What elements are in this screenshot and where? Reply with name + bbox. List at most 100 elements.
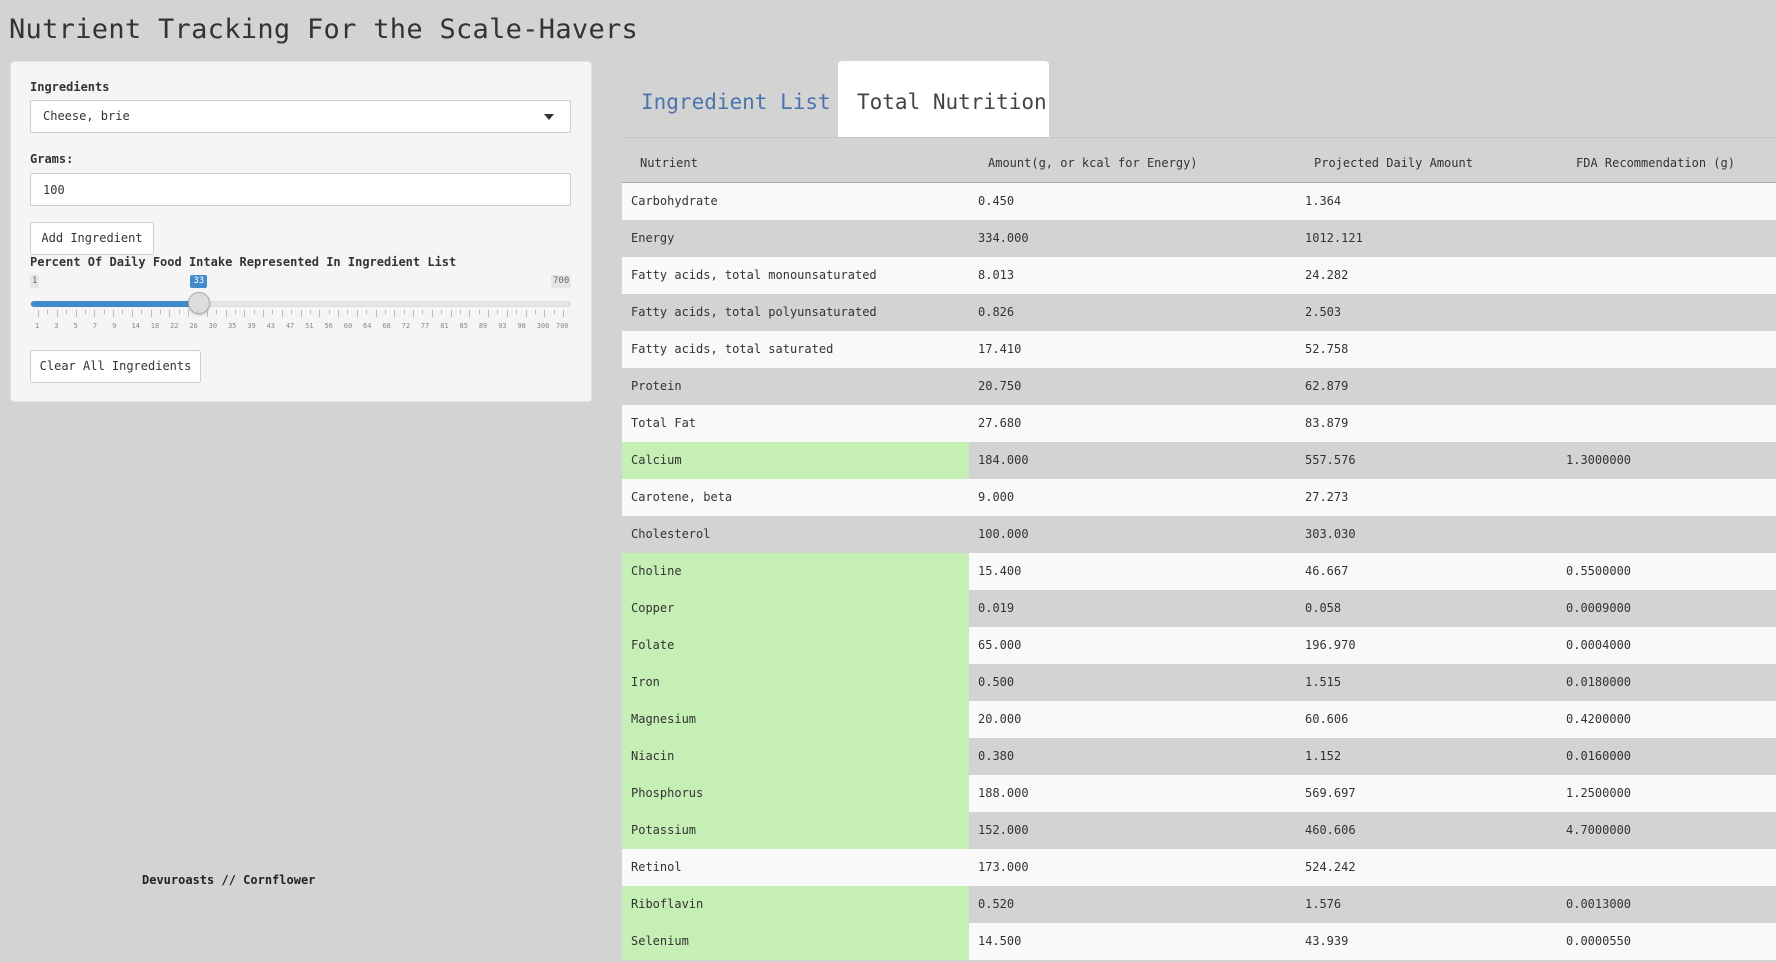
column-header-nutrient[interactable]: Nutrient [640, 156, 698, 170]
tab-ingredient-list[interactable]: Ingredient List [622, 61, 850, 138]
projected-cell: 46.667 [1305, 564, 1349, 578]
clear-all-ingredients-button[interactable]: Clear All Ingredients [30, 350, 201, 383]
slider-tick-label: 35 [227, 322, 237, 330]
slider-tick [84, 310, 86, 314]
amount-cell: 20.750 [978, 379, 1022, 393]
slider-tick [178, 310, 180, 314]
table-row: Copper 0.019 0.058 0.0009000 [622, 590, 1776, 627]
slider-tick [169, 310, 171, 317]
amount-cell: 27.680 [978, 416, 1022, 430]
projected-cell: 1.152 [1305, 749, 1342, 763]
slider-tick [366, 310, 368, 314]
grams-input[interactable] [30, 173, 571, 206]
nutrient-cell: Phosphorus [622, 775, 969, 812]
amount-cell: 14.500 [978, 934, 1022, 948]
table-row: Choline 15.400 46.667 0.5500000 [622, 553, 1776, 590]
table-row: Energy 334.000 1012.121 [622, 220, 1776, 257]
slider-tick [413, 310, 414, 317]
table-row: Carbohydrate 0.450 1.364 [622, 183, 1776, 220]
slider-tick [75, 310, 77, 317]
slider-tick-label: 98 [517, 322, 526, 330]
projected-cell: 1.515 [1305, 675, 1342, 689]
nutrition-table: Nutrient Amount(g, or kcal for Energy) P… [622, 137, 1776, 960]
slider-tick [131, 310, 133, 317]
ingredient-select[interactable]: Cheese, brie [30, 100, 571, 133]
column-header-projected[interactable]: Projected Daily Amount [1314, 156, 1473, 170]
slider-tick-label: 51 [305, 322, 314, 330]
slider-tick-label: 60 [343, 322, 353, 330]
projected-cell: 1012.121 [1305, 231, 1363, 245]
amount-cell: 100.000 [978, 527, 1029, 541]
slider-tick-label: 77 [420, 322, 430, 330]
nutrient-cell: Riboflavin [622, 886, 969, 923]
table-row: Cholesterol 100.000 303.030 [622, 516, 1776, 553]
slider-tick-label: 5 [73, 322, 78, 330]
slider-value-label: 33 [190, 275, 208, 288]
slider-tick [150, 310, 152, 317]
slider-track[interactable] [30, 301, 571, 307]
table-row: Protein 20.750 62.879 [622, 368, 1776, 405]
fda-cell: 0.0000550 [1566, 934, 1632, 948]
slider-tick [553, 310, 555, 314]
fda-cell: 4.7000000 [1566, 823, 1632, 837]
slider-tick [384, 310, 386, 314]
projected-cell: 2.503 [1305, 305, 1342, 319]
slider-tick-label: 89 [478, 322, 488, 330]
page-title: Nutrient Tracking For the Scale-Havers [9, 14, 639, 45]
slider-tick [103, 310, 105, 314]
slider-tick-label: 300 [536, 322, 550, 330]
amount-cell: 184.000 [978, 453, 1029, 467]
projected-cell: 62.879 [1305, 379, 1349, 393]
slider-tick-label: 26 [189, 322, 198, 330]
tab-total-nutrition[interactable]: Total Nutrition [838, 61, 1049, 138]
nutrient-cell: Energy [631, 231, 675, 245]
slider-tick [291, 310, 293, 314]
amount-cell: 8.013 [978, 268, 1015, 282]
projected-cell: 43.939 [1305, 934, 1349, 948]
slider-tick [234, 310, 236, 314]
column-header-amount[interactable]: Amount(g, or kcal for Energy) [988, 156, 1198, 170]
nutrient-cell: Choline [622, 553, 969, 590]
nutrient-cell: Iron [622, 664, 969, 701]
fda-cell: 0.0009000 [1566, 601, 1632, 615]
slider-tick-label: 700 [556, 322, 569, 330]
amount-cell: 15.400 [978, 564, 1022, 578]
slider-tick-label: 43 [266, 322, 275, 330]
slider-tick [263, 310, 264, 317]
column-header-fda[interactable]: FDA Recommendation (g) [1576, 156, 1735, 170]
projected-cell: 569.697 [1305, 786, 1356, 800]
table-row: Selenium 14.500 43.939 0.0000550 [622, 923, 1776, 960]
projected-cell: 52.758 [1305, 342, 1349, 356]
nutrient-cell: Fatty acids, total saturated [631, 342, 834, 356]
ingredient-select-value: Cheese, brie [43, 109, 130, 123]
slider-tick [159, 310, 161, 314]
footer-credit: Devuroasts // Cornflower [142, 873, 316, 887]
slider-tick [56, 310, 58, 317]
slider-tick-label: 9 [112, 322, 117, 330]
add-ingredient-button[interactable]: Add Ingredient [30, 222, 154, 255]
nutrient-cell: Carotene, beta [631, 490, 733, 504]
slider-tick [253, 310, 255, 314]
projected-cell: 27.273 [1305, 490, 1349, 504]
amount-cell: 65.000 [978, 638, 1022, 652]
nutrient-cell: Protein [631, 379, 682, 393]
fda-cell: 0.0013000 [1566, 897, 1632, 911]
fda-cell: 1.3000000 [1566, 453, 1632, 467]
slider-tick [188, 310, 189, 317]
amount-cell: 152.000 [978, 823, 1029, 837]
amount-cell: 0.450 [978, 194, 1015, 208]
amount-cell: 0.826 [978, 305, 1015, 319]
chevron-down-icon [544, 114, 554, 120]
fda-cell: 0.4200000 [1566, 712, 1632, 726]
slider-tick [113, 310, 114, 317]
projected-cell: 0.058 [1305, 601, 1342, 615]
slider-tick [563, 310, 564, 317]
table-row: Fatty acids, total saturated 17.410 52.758 [622, 331, 1776, 368]
table-row: Calcium 184.000 557.576 1.3000000 [622, 442, 1776, 479]
table-row: Fatty acids, total monounsaturated 8.013 2… [622, 257, 1776, 294]
slider-tick [216, 310, 218, 314]
table-row: Retinol 173.000 524.242 [622, 849, 1776, 886]
slider-tick [309, 310, 311, 314]
slider-tick-label: 81 [440, 322, 449, 330]
slider-tick-label: 1 [35, 322, 40, 330]
